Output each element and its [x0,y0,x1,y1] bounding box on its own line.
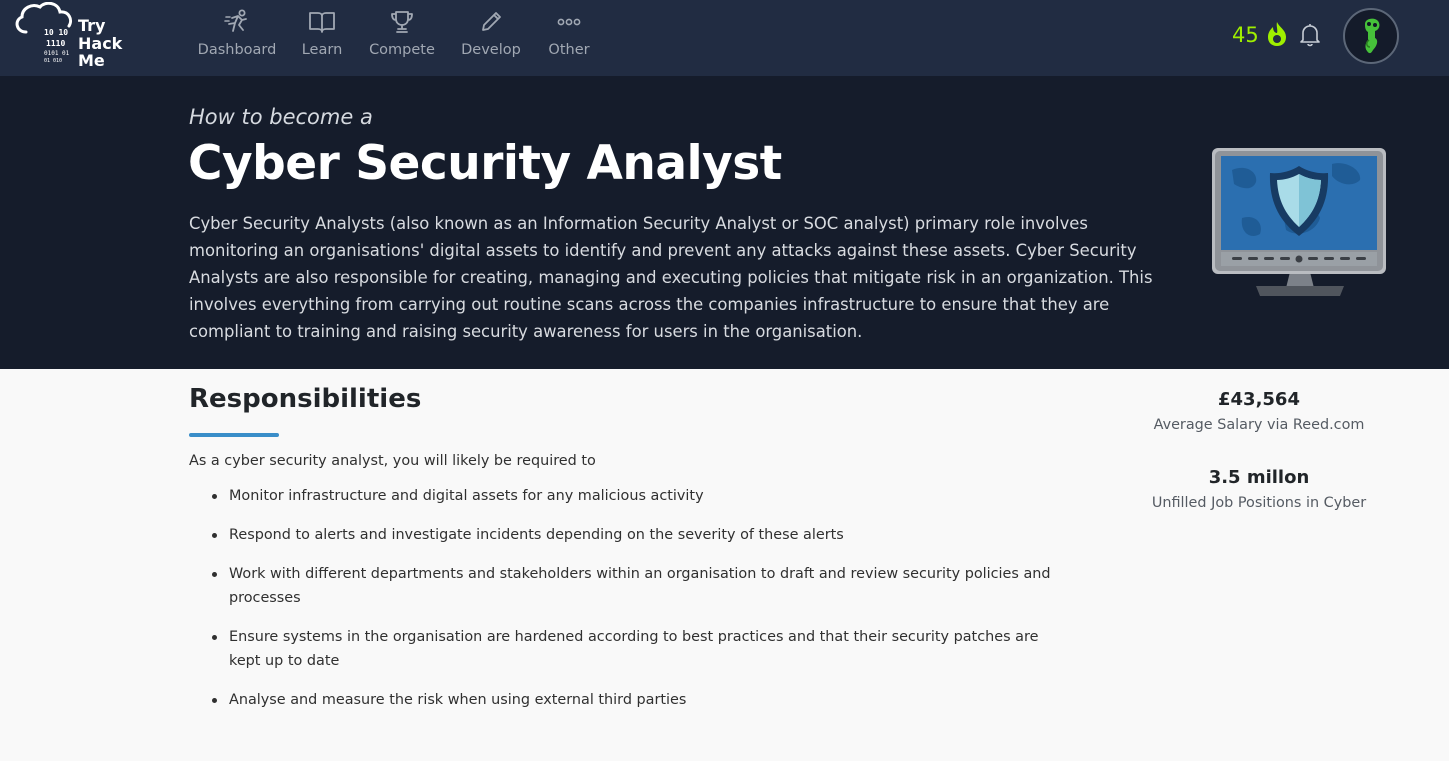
salary-label: Average Salary via Reed.com [1153,417,1365,433]
nav-learn-label: Learn [301,42,343,58]
page-title: Cyber Security Analyst [188,136,782,191]
logo-binary-1: 10 10 [44,28,68,37]
runner-icon [224,9,247,32]
list-item: Work with different departments and stak… [189,562,1069,610]
logo-word-hack: Hack [78,34,123,53]
book-icon [309,12,335,33]
streak-value: 45 [1232,23,1259,47]
logo-binary-3: 0101 01 [44,50,70,57]
cloud-logo-icon: 10 10 1110 0101 01 01 010 [15,2,73,64]
dots-icon [557,18,581,26]
jobs-label: Unfilled Job Positions in Cyber [1151,495,1367,511]
logo-binary-2: 1110 [46,39,65,48]
nav-other[interactable]: Other [544,8,594,68]
pencil-icon [482,12,501,31]
responsibilities-list: Monitor infrastructure and digital asset… [189,484,1089,727]
list-item: Monitor infrastructure and digital asset… [189,484,1069,508]
monitor-shield-icon [1212,148,1386,296]
tryhackme-logo[interactable]: 10 10 1110 0101 01 01 010 Try Hack Me [12,2,132,72]
nav-other-label: Other [548,42,590,58]
top-navbar: 10 10 1110 0101 01 01 010 Try Hack Me Da… [0,0,1449,76]
avatar-icon [1365,18,1380,54]
list-item: Respond to alerts and investigate incide… [189,523,1069,547]
nav-learn[interactable]: Learn [298,8,346,68]
nav-dashboard-label: Dashboard [197,42,277,58]
logo-word-me: Me [78,51,105,70]
salary-stat: £43,564 Average Salary via Reed.com [1129,389,1389,433]
bell-icon[interactable] [1298,22,1322,48]
nav-dashboard[interactable]: Dashboard [196,8,278,68]
nav-develop[interactable]: Develop [458,8,524,68]
hero-description: Cyber Security Analysts (also known as a… [189,214,1153,341]
list-item: Analyse and measure the risk when using … [189,688,1069,712]
heading-underline [189,433,279,437]
list-item: Ensure systems in the organisation are h… [189,625,1069,673]
nav-compete[interactable]: Compete [366,8,438,68]
user-avatar[interactable] [1343,8,1399,64]
nav-develop-label: Develop [461,42,521,58]
hero-pretitle: How to become a [189,105,373,129]
jobs-value: 3.5 millon [1208,467,1310,488]
nav-compete-label: Compete [369,42,435,58]
responsibilities-heading: Responsibilities [189,384,422,414]
logo-binary-4: 01 010 [44,58,62,64]
streak-counter[interactable]: 45 [1232,20,1286,50]
salary-value: £43,564 [1218,389,1300,410]
trophy-icon [391,11,413,33]
jobs-stat: 3.5 millon Unfilled Job Positions in Cyb… [1129,467,1389,511]
hero-banner: How to become a Cyber Security Analyst C… [0,76,1449,369]
logo-word-try: Try [78,16,106,35]
responsibilities-intro: As a cyber security analyst, you will li… [189,453,596,469]
flame-icon [1268,22,1286,46]
